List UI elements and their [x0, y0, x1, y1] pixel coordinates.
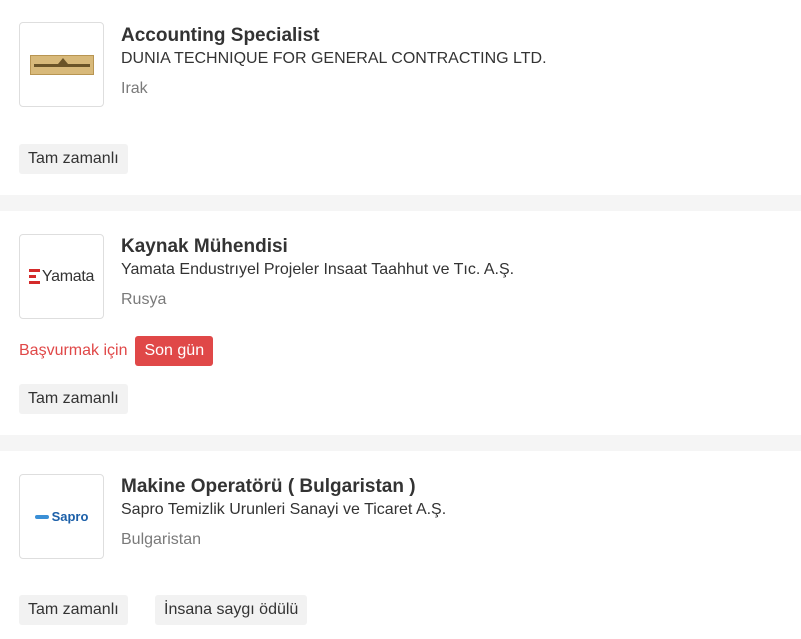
tag-full-time: Tam zamanlı: [19, 595, 128, 625]
job-title[interactable]: Makine Operatörü ( Bulgaristan ): [121, 475, 446, 499]
company-name[interactable]: Yamata Endustrıyel Projeler Insaat Taahh…: [121, 260, 514, 280]
company-logo[interactable]: [19, 22, 104, 107]
sapro-logo-icon: Sapro: [34, 509, 88, 524]
job-title[interactable]: Accounting Specialist: [121, 24, 547, 48]
job-location: Rusya: [121, 291, 167, 308]
company-logo[interactable]: Sapro: [19, 474, 104, 559]
job-card[interactable]: Sapro Makine Operatörü ( Bulgaristan ) S…: [0, 451, 801, 639]
yamata-logo-icon: Yamata: [28, 268, 94, 286]
job-card[interactable]: Accounting Specialist DUNIA TECHNIQUE FO…: [0, 0, 801, 195]
apply-label: Başvurmak için: [19, 342, 128, 359]
job-info: Kaynak Mühendisi Yamata Endustrıyel Proj…: [121, 235, 514, 310]
tag-award: İnsana saygı ödülü: [155, 595, 308, 625]
tag-row: Tam zamanlı: [0, 144, 801, 174]
tag-row: Tam zamanlı İnsana saygı ödülü: [0, 595, 801, 625]
company-name[interactable]: DUNIA TECHNIQUE FOR GENERAL CONTRACTING …: [121, 49, 547, 69]
tag-full-time: Tam zamanlı: [19, 144, 128, 174]
deadline-badge: Son gün: [135, 336, 214, 366]
deadline-row: Başvurmak için Son gün: [19, 336, 214, 366]
company-name[interactable]: Sapro Temizlik Urunleri Sanayi ve Ticare…: [121, 500, 446, 520]
job-card[interactable]: Yamata Kaynak Mühendisi Yamata Endustrıy…: [0, 211, 801, 435]
job-list: Accounting Specialist DUNIA TECHNIQUE FO…: [0, 0, 801, 639]
job-info: Makine Operatörü ( Bulgaristan ) Sapro T…: [121, 475, 446, 550]
tag-row: Tam zamanlı: [0, 384, 801, 414]
job-location: Bulgaristan: [121, 531, 202, 548]
job-info: Accounting Specialist DUNIA TECHNIQUE FO…: [121, 24, 547, 99]
company-logo[interactable]: Yamata: [19, 234, 104, 319]
dunia-logo-icon: [29, 54, 94, 75]
job-location: Irak: [121, 80, 148, 97]
job-title[interactable]: Kaynak Mühendisi: [121, 235, 514, 259]
tag-full-time: Tam zamanlı: [19, 384, 128, 414]
